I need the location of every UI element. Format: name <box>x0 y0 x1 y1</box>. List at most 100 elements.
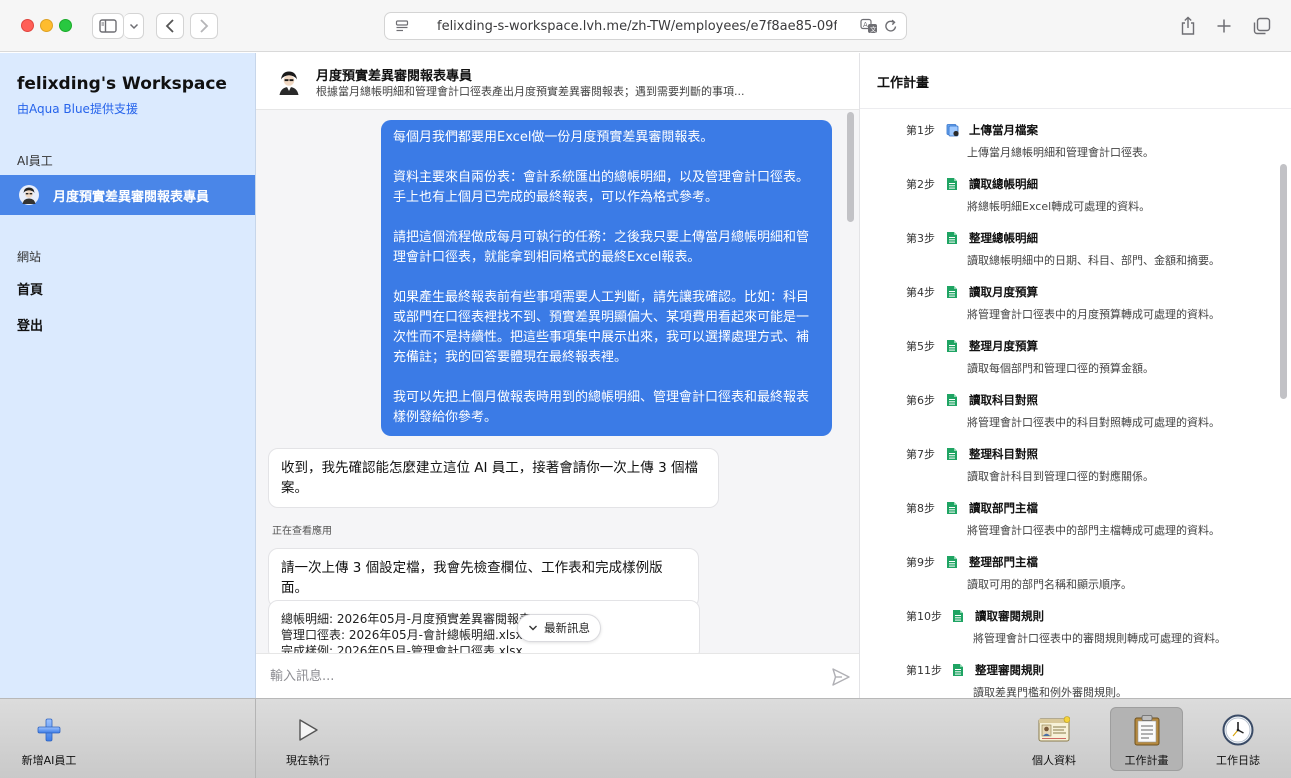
sheet-icon <box>947 340 957 352</box>
clock-icon <box>1222 714 1254 746</box>
upload-icon <box>946 124 959 137</box>
assistant-message: 收到，我先確認能怎麼建立這位 AI 員工，接著會請你一次上傳 3 個檔案。 <box>268 448 719 508</box>
file-line: 總帳明細: 2026年05月-月度預實差異審閱報表 <box>281 612 531 626</box>
minimize-window-button[interactable] <box>40 19 53 32</box>
chevron-down-icon <box>529 625 537 631</box>
plan-step[interactable]: 第6步 讀取科目對照 將管理會計口徑表中的科目對照轉成可處理的資料。 <box>906 392 1276 436</box>
user-message-paragraph: 我可以先把上個月做報表時用到的總帳明細、管理會計口徑表和最終報表樣例發給你參考。 <box>393 390 810 425</box>
profile-button[interactable]: 個人資料 <box>1018 699 1090 778</box>
work-plan-label: 工作計畫 <box>1124 754 1169 767</box>
address-bar[interactable]: felixding-s-workspace.lvh.me/zh-TW/emplo… <box>384 12 907 40</box>
plan-step[interactable]: 第9步 整理部門主檔 讀取可用的部門名稱和顯示順序。 <box>906 554 1276 598</box>
back-button[interactable] <box>156 13 184 39</box>
new-tab-button[interactable] <box>1210 12 1238 40</box>
tab-overview-button[interactable] <box>1248 12 1276 40</box>
plan-step[interactable]: 第1步 上傳當月檔案 上傳當月總帳明細和管理會計口徑表。 <box>906 122 1276 166</box>
step-number: 第7步 <box>906 448 935 461</box>
step-number: 第6步 <box>906 394 935 407</box>
plan-step[interactable]: 第10步 讀取審閱規則 將管理會計口徑表中的審閱規則轉成可處理的資料。 <box>906 608 1276 652</box>
step-description: 讀取會計科目到管理口徑的對應關係。 <box>967 470 1154 483</box>
sidebar-item-employee[interactable]: 月度預實差異審閱報表專員 <box>0 175 255 215</box>
step-number: 第5步 <box>906 340 935 353</box>
workspace-sidebar: felixding's Workspace 由Aqua Blue提供支援 AI員… <box>0 53 256 698</box>
chevron-down-icon <box>129 23 138 30</box>
new-messages-label: 最新訊息 <box>544 621 590 635</box>
sidebar-icon <box>99 19 117 33</box>
plan-step[interactable]: 第5步 整理月度預算 讀取每個部門和管理口徑的預算金額。 <box>906 338 1276 382</box>
forward-button[interactable] <box>190 13 218 39</box>
step-title: 整理科目對照 <box>969 447 1038 461</box>
run-now-button[interactable]: 現在執行 <box>272 699 344 778</box>
sidebar-toggle-button[interactable] <box>92 13 124 39</box>
svg-text:A: A <box>863 21 868 29</box>
url-text[interactable]: felixding-s-workspace.lvh.me/zh-TW/emplo… <box>437 19 837 34</box>
uploaded-files-message: 總帳明細: 2026年05月-月度預實差異審閱報表 管理口徑表: 2026年05… <box>268 600 700 653</box>
chat-description: 根據當月總帳明細和管理會計口徑表產出月度預實差異審閱報表；遇到需要判斷的事項..… <box>316 85 745 98</box>
chat-header: 月度預實差異審閱報表專員 根據當月總帳明細和管理會計口徑表產出月度預實差異審閱報… <box>256 53 859 110</box>
share-icon <box>1181 16 1195 35</box>
work-plan-panel: 工作計畫 第1步 上傳當月檔案 上傳當月總帳明細和管理會計口徑表。 第2步 讀取總帳明細… <box>859 53 1291 698</box>
sheet-icon <box>947 448 957 460</box>
dock-divider <box>255 699 256 778</box>
bottom-dock: 新增AI員工 現在執行 個人資料 工作計畫 工作日誌 <box>0 698 1291 778</box>
plan-step[interactable]: 第8步 讀取部門主檔 將管理會計口徑表中的部門主檔轉成可處理的資料。 <box>906 500 1276 544</box>
zoom-window-button[interactable] <box>59 19 72 32</box>
message-list[interactable]: 每個月我們都要用Excel做一份月度預實差異審閱報表。 資料主要來自兩份表：會計… <box>256 110 859 653</box>
tabs-icon <box>1253 17 1271 35</box>
plus-icon <box>37 718 61 742</box>
add-employee-button[interactable]: 新增AI員工 <box>12 699 86 778</box>
workspace-title: felixding's Workspace <box>17 74 227 94</box>
work-log-button[interactable]: 工作日誌 <box>1202 699 1274 778</box>
sidebar-item-home[interactable]: 首頁 <box>17 279 43 298</box>
step-title: 讀取月度預算 <box>969 285 1038 299</box>
user-message-paragraph: 資料主要來自兩份表：會計系統匯出的總帳明細，以及管理會計口徑表。手上也有上個月已… <box>393 170 810 205</box>
step-number: 第2步 <box>906 178 935 191</box>
file-line: 完成樣例: 2026年05月-管理會計口徑表.xlsx <box>281 644 523 653</box>
step-number: 第11步 <box>906 664 942 677</box>
plan-scrollbar[interactable] <box>1280 164 1287 399</box>
sheet-icon <box>947 394 957 406</box>
sheet-icon <box>947 178 957 190</box>
reload-icon[interactable] <box>884 18 898 38</box>
step-title: 讀取審閱規則 <box>975 609 1044 623</box>
section-label-ai-employees: AI員工 <box>17 154 53 168</box>
send-icon[interactable] <box>830 666 852 688</box>
message-input[interactable] <box>270 663 810 689</box>
step-description: 將管理會計口徑表中的部門主檔轉成可處理的資料。 <box>967 524 1220 537</box>
page-settings-icon[interactable] <box>393 17 411 35</box>
step-description: 將管理會計口徑表中的月度預算轉成可處理的資料。 <box>967 308 1220 321</box>
plan-step[interactable]: 第11步 整理審閱規則 讀取差異門檻和例外審閱規則。 <box>906 662 1276 698</box>
sidebar-item-logout[interactable]: 登出 <box>17 315 43 334</box>
work-plan-button[interactable]: 工作計畫 <box>1110 699 1183 778</box>
sheet-icon <box>953 664 963 676</box>
translate-icon[interactable]: A文 <box>860 18 878 38</box>
chat-scrollbar[interactable] <box>847 112 854 222</box>
step-description: 上傳當月總帳明細和管理會計口徑表。 <box>967 146 1154 159</box>
share-button[interactable] <box>1174 12 1202 40</box>
status-note: 正在查看應用 <box>272 526 332 537</box>
plan-step[interactable]: 第3步 整理總帳明細 讀取總帳明細中的日期、科目、部門、金額和摘要。 <box>906 230 1276 274</box>
id-card-icon <box>1038 716 1070 742</box>
powered-by-link[interactable]: 由Aqua Blue提供支援 <box>17 100 138 117</box>
user-message-paragraph: 每個月我們都要用Excel做一份月度預實差異審閱報表。 <box>393 130 714 145</box>
tab-group-menu-button[interactable] <box>124 13 144 39</box>
run-now-label: 現在執行 <box>286 754 330 767</box>
close-window-button[interactable] <box>21 19 34 32</box>
step-description: 讀取總帳明細中的日期、科目、部門、金額和摘要。 <box>967 254 1220 267</box>
sheet-icon <box>947 502 957 514</box>
step-description: 讀取可用的部門名稱和顯示順序。 <box>967 578 1132 591</box>
new-messages-button[interactable]: 最新訊息 <box>517 614 601 642</box>
step-title: 讀取總帳明細 <box>969 177 1038 191</box>
browser-toolbar: felixding-s-workspace.lvh.me/zh-TW/emplo… <box>0 0 1291 52</box>
step-number: 第4步 <box>906 286 935 299</box>
plan-step[interactable]: 第2步 讀取總帳明細 將總帳明細Excel轉成可處理的資料。 <box>906 176 1276 220</box>
step-number: 第1步 <box>906 124 935 137</box>
sheet-icon <box>947 286 957 298</box>
employee-avatar-icon <box>19 185 39 205</box>
sheet-icon <box>953 610 963 622</box>
file-line: 管理口徑表: 2026年05月-會計總帳明細.xlsx <box>281 628 523 642</box>
plan-step[interactable]: 第7步 整理科目對照讀取會計科目到管理口徑的對應關係。 <box>906 446 1276 490</box>
plan-step[interactable]: 第4步 讀取月度預算將管理會計口徑表中的月度預算轉成可處理的資料。 <box>906 284 1276 328</box>
work-log-label: 工作日誌 <box>1216 754 1260 767</box>
work-plan-steps[interactable]: 第1步 上傳當月檔案 上傳當月總帳明細和管理會計口徑表。 第2步 讀取總帳明細 將總帳明細… <box>860 109 1291 698</box>
